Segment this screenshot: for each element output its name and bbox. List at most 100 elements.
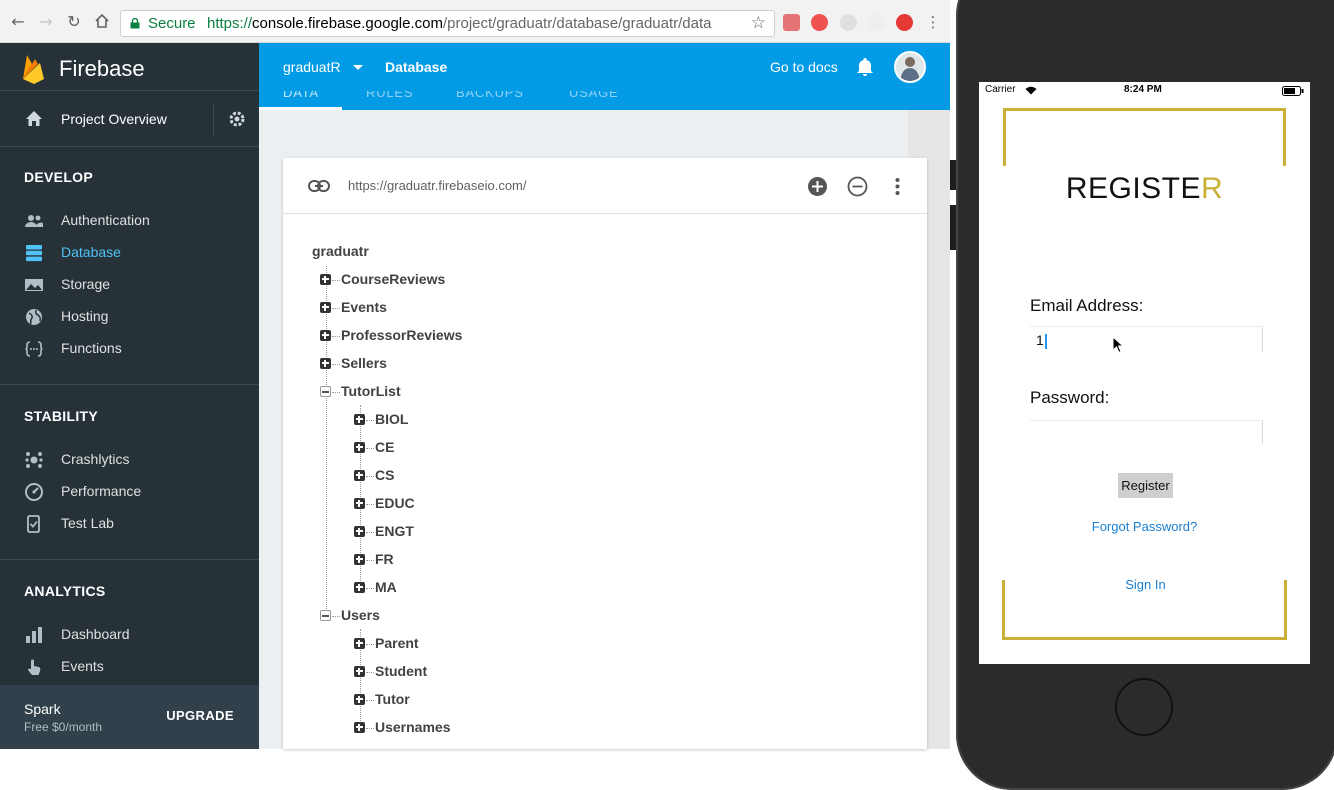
expand-icon[interactable] <box>354 470 365 481</box>
sidebar-item-crashlytics[interactable]: Crashlytics <box>0 444 259 476</box>
sign-in-link[interactable]: Sign In <box>979 577 1310 592</box>
more-vert-icon[interactable] <box>887 176 908 197</box>
app-header: graduatR Database Go to docs <box>259 43 950 91</box>
people-icon <box>25 215 43 227</box>
expand-icon[interactable] <box>354 666 365 677</box>
sidebar-item-performance[interactable]: Performance <box>0 476 259 508</box>
collapse-icon[interactable] <box>320 386 331 397</box>
tab-backups[interactable]: BACKUPS <box>456 91 524 100</box>
database-url: https://graduatr.firebaseio.com/ <box>348 178 527 193</box>
decorative-frame-top <box>1003 108 1286 166</box>
brand-name: Firebase <box>59 56 145 81</box>
sidebar-item-label: Hosting <box>61 308 109 324</box>
battery-icon <box>1282 86 1304 96</box>
expand-icon[interactable] <box>354 722 365 733</box>
touch-icon <box>28 659 41 675</box>
password-label: Password: <box>1030 388 1110 407</box>
upgrade-button[interactable]: UPGRADE <box>166 708 234 723</box>
email-field[interactable]: 1 <box>1030 326 1263 352</box>
avatar[interactable] <box>894 51 926 83</box>
sidebar-item-label: Functions <box>61 340 122 356</box>
link-icon[interactable] <box>308 178 330 194</box>
extension-shield-icon[interactable] <box>811 14 828 31</box>
register-title: REGISTER <box>1065 172 1224 205</box>
plan-name: Spark <box>24 701 61 717</box>
extension-mail-icon[interactable] <box>783 14 800 31</box>
mute-switch <box>950 160 956 190</box>
back-icon[interactable]: ← <box>9 13 27 31</box>
expand-icon[interactable] <box>354 498 365 509</box>
extension-clock-icon[interactable] <box>840 14 857 31</box>
divider <box>0 146 259 147</box>
remove-circle-icon[interactable] <box>847 176 868 197</box>
bar-chart-icon <box>26 627 42 643</box>
forward-icon[interactable]: → <box>37 13 55 31</box>
address-bar[interactable]: Secure https://console.firebase.google.c… <box>120 10 775 37</box>
carrier-label: Carrier <box>985 84 1016 95</box>
text-caret <box>1044 333 1047 349</box>
crashlytics-icon <box>25 452 43 468</box>
project-overview-row[interactable]: Project Overview <box>0 95 259 143</box>
home-button[interactable] <box>1115 678 1173 736</box>
sidebar-item-dashboard[interactable]: Dashboard <box>0 619 259 651</box>
menu-kebab-icon[interactable]: ⋮ <box>924 13 942 31</box>
home-icon[interactable] <box>93 13 111 31</box>
expand-icon[interactable] <box>320 358 331 369</box>
bell-icon[interactable] <box>856 57 874 77</box>
sidebar-item-label: Dashboard <box>61 626 130 642</box>
url-text: https://console.firebase.google.com/proj… <box>207 15 712 32</box>
sidebar-item-label: Storage <box>61 276 111 292</box>
user-photo-icon <box>896 53 924 81</box>
volume-up-button <box>950 205 956 250</box>
divider <box>0 559 259 560</box>
project-selector[interactable]: graduatR <box>283 59 341 75</box>
tab-rules[interactable]: RULES <box>366 91 413 100</box>
register-button[interactable]: Register <box>1118 473 1173 498</box>
mouse-cursor-icon <box>1112 336 1124 354</box>
expand-icon[interactable] <box>354 694 365 705</box>
wifi-icon <box>1025 86 1037 95</box>
sidebar-item-database[interactable]: Database <box>0 237 259 269</box>
page-title: Database <box>385 59 448 75</box>
lock-icon <box>130 18 140 29</box>
sidebar-item-storage[interactable]: Storage <box>0 269 259 301</box>
extension-swirl-icon[interactable] <box>896 14 913 31</box>
expand-icon[interactable] <box>354 442 365 453</box>
expand-icon[interactable] <box>354 526 365 537</box>
sidebar-item-test-lab[interactable]: Test Lab <box>0 508 259 540</box>
image-icon <box>25 279 43 291</box>
expand-icon[interactable] <box>354 582 365 593</box>
sidebar-item-label: Crashlytics <box>61 451 130 467</box>
gear-icon[interactable] <box>228 110 246 128</box>
tab-data[interactable]: DATA <box>283 91 319 100</box>
expand-icon[interactable] <box>320 302 331 313</box>
home-icon <box>26 111 42 126</box>
sidebar-item-hosting[interactable]: Hosting <box>0 301 259 333</box>
sidebar-item-authentication[interactable]: Authentication <box>0 205 259 237</box>
password-field[interactable] <box>1030 420 1263 444</box>
tree-connector <box>326 266 327 615</box>
sidebar-item-label: Events <box>61 658 104 674</box>
go-to-docs-link[interactable]: Go to docs <box>770 59 838 75</box>
expand-icon[interactable] <box>320 274 331 285</box>
reload-icon[interactable]: ↻ <box>65 13 83 31</box>
expand-icon[interactable] <box>354 554 365 565</box>
expand-icon[interactable] <box>354 414 365 425</box>
forgot-password-link[interactable]: Forgot Password? <box>979 519 1310 534</box>
expand-icon[interactable] <box>320 330 331 341</box>
tree-root[interactable]: graduatr <box>312 243 369 259</box>
extension-recycle-icon[interactable] <box>868 14 885 31</box>
sidebar-item-events[interactable]: Events <box>0 651 259 683</box>
divider <box>0 90 259 91</box>
section-stability: STABILITY <box>24 408 98 424</box>
expand-icon[interactable] <box>354 638 365 649</box>
sidebar-item-functions[interactable]: Functions <box>0 333 259 365</box>
tab-usage[interactable]: USAGE <box>569 91 619 100</box>
sidebar-item-label: Performance <box>61 483 142 499</box>
chevron-down-icon[interactable] <box>353 65 363 70</box>
bookmark-star-icon[interactable]: ☆ <box>751 11 766 36</box>
email-label: Email Address: <box>1030 296 1144 315</box>
collapse-icon[interactable] <box>320 610 331 621</box>
flame-icon <box>23 55 44 84</box>
add-circle-icon[interactable] <box>807 176 828 197</box>
